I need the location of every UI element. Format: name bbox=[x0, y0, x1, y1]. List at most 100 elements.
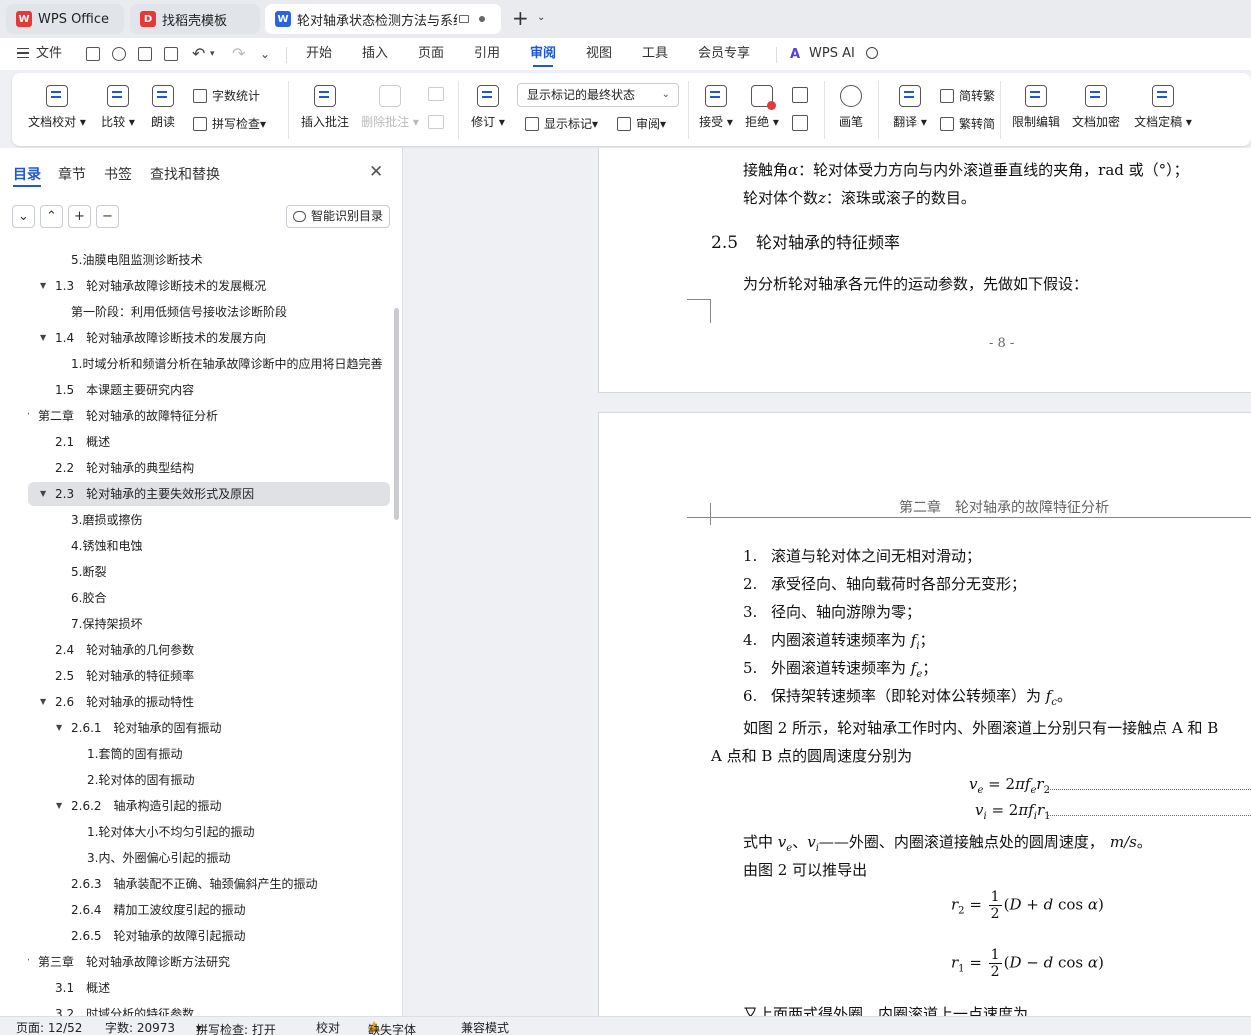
menu-tab-page[interactable]: 页面 bbox=[418, 38, 444, 70]
document-canvas[interactable]: 接触角α：轮对体受力方向与内外滚道垂直线的夹角，rad 或（°）； 轮对体个数z… bbox=[403, 148, 1251, 1016]
translate-button[interactable]: 翻译 ▾ bbox=[890, 85, 930, 130]
expand-arrow-icon[interactable]: ▼ bbox=[40, 274, 46, 298]
toc-item[interactable]: 3.1 概述 bbox=[28, 976, 390, 1000]
redo-icon[interactable]: ↷ bbox=[232, 44, 245, 63]
remove-heading-button[interactable]: − bbox=[96, 205, 119, 228]
toc-item[interactable]: ▼ 第二章 轮对轴承的故障特征分析 bbox=[28, 404, 390, 428]
toc-item[interactable]: 7.保持架损坏 bbox=[28, 612, 390, 636]
toc-item[interactable]: ▼ 2.6 轮对轴承的振动特性 bbox=[28, 690, 390, 714]
search-icon[interactable] bbox=[866, 47, 878, 59]
read-aloud-button[interactable]: 朗读 bbox=[148, 85, 178, 130]
expand-arrow-icon[interactable]: ▼ bbox=[56, 716, 62, 740]
smart-toc-button[interactable]: 智能识别目录 bbox=[286, 205, 390, 228]
chevron-down-icon[interactable]: ⌄ bbox=[537, 12, 545, 23]
next-comment-icon[interactable] bbox=[428, 115, 444, 129]
toc-item[interactable]: 5.油膜电阻监测诊断技术 bbox=[28, 248, 390, 272]
toc-item[interactable]: 2.4 轮对轴承的几何参数 bbox=[28, 638, 390, 662]
panel-tab-sections[interactable]: 章节 bbox=[58, 164, 86, 184]
toc-item[interactable]: 第一阶段：利用低频信号接收法诊断阶段 bbox=[28, 300, 390, 324]
toc-item[interactable]: 2.2 轮对轴承的典型结构 bbox=[28, 456, 390, 480]
encrypt-button[interactable]: 文档加密 bbox=[1070, 85, 1122, 130]
menu-tab-references[interactable]: 引用 bbox=[474, 38, 500, 70]
menu-tab-home[interactable]: 开始 bbox=[306, 38, 332, 70]
toc-item[interactable]: 6.胶合 bbox=[28, 586, 390, 610]
page-indicator[interactable]: 页面: 12/52 bbox=[16, 1019, 82, 1035]
undo-icon[interactable]: ↶ bbox=[192, 44, 205, 63]
print-preview-icon[interactable] bbox=[164, 47, 178, 61]
toc-item[interactable]: 2.6.5 轮对轴承的故障引起振动 bbox=[28, 924, 390, 948]
close-icon[interactable]: ✕ bbox=[369, 162, 383, 182]
pen-button[interactable]: 画笔 bbox=[834, 85, 868, 130]
menu-tab-tools[interactable]: 工具 bbox=[642, 38, 668, 70]
toc-item[interactable]: 2.5 轮对轴承的特征频率 bbox=[28, 664, 390, 688]
toc-item[interactable]: ▼ 1.3 轮对轴承故障诊断技术的发展概况 bbox=[28, 274, 390, 298]
new-tab-button[interactable]: + bbox=[512, 6, 529, 30]
expand-arrow-icon[interactable]: ▼ bbox=[40, 326, 46, 350]
doc-check-button[interactable]: 文档校对 ▾ bbox=[26, 85, 88, 130]
more-chevron-icon[interactable]: ⌄ bbox=[260, 47, 270, 61]
toc-item[interactable]: ▼ 第三章 轮对轴承故障诊断方法研究 bbox=[28, 950, 390, 974]
tab-document[interactable]: W 轮对轴承状态检测方法与系统设计 bbox=[265, 4, 501, 34]
previous-change-icon[interactable] bbox=[792, 87, 808, 103]
to-simplified-button[interactable]: 繁转简 bbox=[940, 115, 995, 132]
expand-arrow-icon[interactable]: ▼ bbox=[56, 794, 62, 818]
spell-check-button[interactable]: 拼写检查 ▾ bbox=[193, 115, 266, 132]
restrict-edit-button[interactable]: 限制编辑 bbox=[1010, 85, 1062, 130]
toc-item[interactable]: 2.轮对体的固有振动 bbox=[28, 768, 390, 792]
share-icon[interactable] bbox=[112, 47, 126, 61]
monitor-icon[interactable] bbox=[459, 15, 469, 23]
show-markup-button[interactable]: 显示标记 ▾ bbox=[525, 115, 598, 132]
toc-item[interactable]: 3.磨损或擦伤 bbox=[28, 508, 390, 532]
add-heading-button[interactable]: + bbox=[68, 205, 91, 228]
toc-item[interactable]: 2.6.4 精加工波纹度引起的振动 bbox=[28, 898, 390, 922]
toc-item[interactable]: ▼ 2.6.1 轮对轴承的固有振动 bbox=[28, 716, 390, 740]
compare-button[interactable]: 比较 ▾ bbox=[96, 85, 140, 130]
markup-mode-select[interactable]: 显示标记的最终状态 ⌄ bbox=[517, 83, 679, 107]
toc-item[interactable]: 4.锈蚀和电蚀 bbox=[28, 534, 390, 558]
insert-comment-button[interactable]: 插入批注 bbox=[300, 85, 350, 130]
panel-tab-find-replace[interactable]: 查找和替换 bbox=[150, 164, 220, 184]
chevron-down-icon[interactable]: ▾ bbox=[210, 49, 215, 59]
unsaved-dot-icon[interactable] bbox=[479, 16, 485, 22]
finalize-button[interactable]: 文档定稿 ▾ bbox=[1130, 85, 1196, 130]
expand-arrow-icon[interactable]: ▼ bbox=[40, 690, 46, 714]
toc-item[interactable]: ▼ 2.3 轮对轴承的主要失效形式及原因 bbox=[28, 482, 390, 506]
save-icon[interactable] bbox=[86, 47, 100, 61]
toc-item[interactable]: 1.5 本课题主要研究内容 bbox=[28, 378, 390, 402]
menu-file[interactable]: 文件 bbox=[36, 38, 62, 70]
track-changes-button[interactable]: 修订 ▾ bbox=[468, 85, 508, 130]
collapse-all-button[interactable]: ⌄ bbox=[12, 205, 35, 228]
expand-up-button[interactable]: ⌃ bbox=[40, 205, 63, 228]
expand-arrow-icon[interactable]: ▼ bbox=[40, 482, 46, 506]
menu-tab-view[interactable]: 视图 bbox=[586, 38, 612, 70]
to-traditional-button[interactable]: 简转繁 bbox=[940, 87, 995, 104]
accept-button[interactable]: 接受 ▾ bbox=[696, 85, 736, 130]
panel-tab-toc[interactable]: 目录 bbox=[13, 164, 41, 184]
menu-tab-membership[interactable]: 会员专享 bbox=[698, 38, 750, 70]
toc-item[interactable]: ▼ 2.6.2 轴承构造引起的振动 bbox=[28, 794, 390, 818]
proofread-indicator[interactable]: 校对 bbox=[316, 1019, 340, 1035]
panel-tab-bookmarks[interactable]: 书签 bbox=[104, 164, 132, 184]
previous-comment-icon[interactable] bbox=[428, 87, 444, 101]
toc-item[interactable]: 5.断裂 bbox=[28, 560, 390, 584]
next-change-icon[interactable] bbox=[792, 115, 808, 131]
review-pane-button[interactable]: 审阅 ▾ bbox=[617, 115, 666, 132]
reject-button[interactable]: 拒绝 ▾ bbox=[742, 85, 782, 130]
toc-item[interactable]: 1.时域分析和频谱分析在轴承故障诊断中的应用将日趋完善 bbox=[28, 352, 390, 376]
delete-comment-button[interactable]: 删除批注 ▾ bbox=[360, 85, 420, 130]
expand-arrow-icon[interactable]: ▼ bbox=[28, 404, 29, 428]
word-count-button[interactable]: 字数统计 bbox=[193, 87, 260, 104]
toc-item[interactable]: 1.轮对体大小不均匀引起的振动 bbox=[28, 820, 390, 844]
expand-arrow-icon[interactable]: ▼ bbox=[28, 950, 29, 974]
toc-item[interactable]: ▼ 1.4 轮对轴承故障诊断技术的发展方向 bbox=[28, 326, 390, 350]
toc-item[interactable]: 1.套筒的固有振动 bbox=[28, 742, 390, 766]
toc-item[interactable]: 3.2 时域分析的特征参数 bbox=[28, 1002, 390, 1016]
menu-tab-review[interactable]: 审阅 bbox=[530, 38, 556, 70]
toc-scrollbar[interactable] bbox=[394, 308, 399, 520]
word-count-indicator[interactable]: 字数: 20973 bbox=[105, 1019, 175, 1035]
tab-wps-office[interactable]: W WPS Office bbox=[6, 4, 124, 34]
toc-item[interactable]: 2.1 概述 bbox=[28, 430, 390, 454]
tab-docer-templates[interactable]: D 找稻壳模板 bbox=[130, 4, 260, 34]
toc-item[interactable]: 3.内、外圈偏心引起的振动 bbox=[28, 846, 390, 870]
compat-mode-indicator[interactable]: 兼容模式 bbox=[461, 1019, 509, 1035]
